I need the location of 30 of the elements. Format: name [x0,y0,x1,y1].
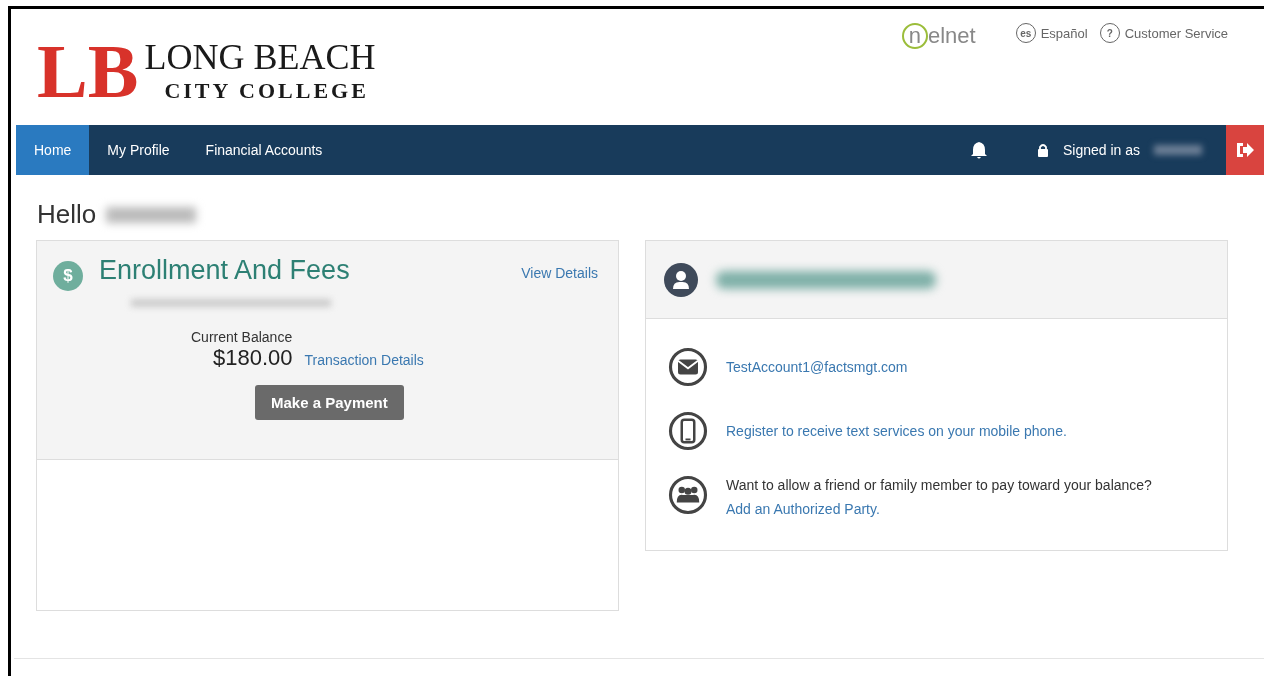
card-title: Enrollment And Fees [99,255,351,286]
profile-link[interactable]: Add an Authorized Party. [726,499,1152,520]
dollar-icon: $ [53,261,83,291]
user-icon [664,262,698,297]
nav-tab[interactable]: Financial Accounts [187,125,341,175]
college-subtitle: CITY COLLEGE [163,77,370,104]
nav-tab[interactable]: Home [16,125,90,175]
envelope-icon [668,347,708,387]
phone-icon [668,411,708,451]
view-details-link[interactable]: View Details [521,265,598,281]
transaction-details-link[interactable]: Transaction Details [304,352,424,368]
partner-logo: n elnet [902,23,976,49]
sign-out-button[interactable] [1226,125,1264,175]
college-monogram: LB [37,33,139,109]
nav-tab[interactable]: My Profile [89,125,188,175]
make-payment-button[interactable]: Make a Payment [255,385,404,420]
balance-amount: $180.00 [213,345,293,371]
signed-in-text: Signed in as [1062,142,1140,158]
balance-label: Current Balance [191,329,294,345]
greeting: Hello [37,199,97,230]
header-link[interactable]: ? Customer Service [1099,23,1228,43]
profile-link[interactable]: Register to receive text services on your mobile phone. [726,420,1067,442]
group-icon [668,475,708,515]
blurred-username [1154,145,1202,155]
sign-out-icon [1235,141,1255,159]
header-link[interactable]: es Español [1015,23,1088,43]
info-text: Want to allow a friend or family member to pay toward your balance? [726,476,1152,495]
profile-link[interactable]: TestAccount1@factsmgt.com [726,356,908,378]
lock-icon [1036,143,1049,157]
college-name: LONG BEACH [144,38,376,78]
